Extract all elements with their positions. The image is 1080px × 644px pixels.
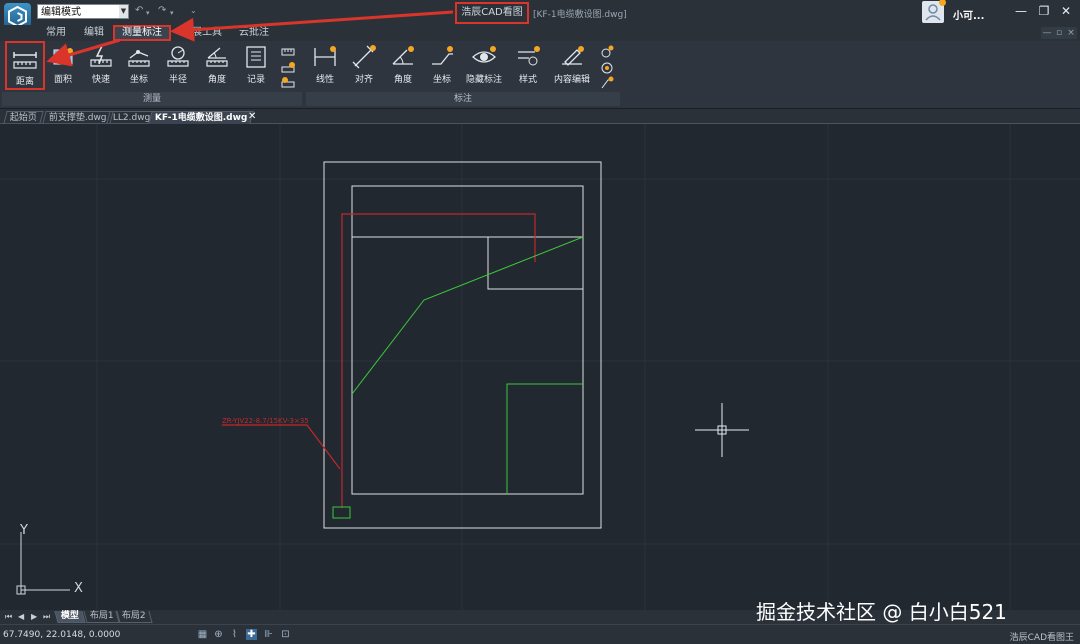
watermark: 掘金技术社区 @ 白小白521 bbox=[756, 600, 1007, 624]
tab-model-label: 模型 bbox=[60, 611, 79, 621]
next-layout-icon[interactable]: ▶ bbox=[31, 612, 37, 621]
cad-viewer-window: 编辑模式 ▼ ↶ ▾ ↷ ▾ ⌄ 浩辰CAD看图王 [KF-1电缆敷设图.dwg… bbox=[0, 0, 1080, 644]
cable-annotation: ZR-YJV22-8.7/15KV-3×35 bbox=[222, 417, 309, 425]
callout-arrows bbox=[46, 10, 454, 67]
tab-layout2-label: 布局2 bbox=[121, 611, 146, 621]
drawing-canvas[interactable]: ZR-YJV22-8.7/15KV-3×35 Y X bbox=[0, 124, 1080, 610]
polar-icon[interactable]: ⊪ bbox=[263, 629, 274, 640]
tab-model[interactable]: 模型 bbox=[54, 611, 86, 623]
object-snap-icon[interactable]: ⊡ bbox=[280, 629, 291, 640]
prev-layout-icon[interactable]: ◀ bbox=[18, 612, 24, 621]
axis-x-label: X bbox=[74, 581, 83, 596]
status-product-name: 浩辰CAD看图王 bbox=[1009, 633, 1074, 643]
grid-toggle-icon[interactable]: ▦ bbox=[197, 629, 208, 640]
axis-y-label: Y bbox=[19, 523, 28, 538]
last-layout-icon[interactable]: ⏭ bbox=[43, 612, 50, 622]
coordinates-readout: 67.7490, 22.0148, 0.0000 bbox=[3, 630, 121, 640]
first-layout-icon[interactable]: ⏮ bbox=[5, 612, 12, 622]
grid bbox=[0, 124, 1080, 610]
ortho-icon[interactable]: ✚ bbox=[246, 629, 257, 640]
tab-layout1[interactable]: 布局1 bbox=[83, 611, 121, 623]
tab-layout2[interactable]: 布局2 bbox=[115, 611, 153, 623]
snap-icon[interactable]: ⌇ bbox=[229, 629, 240, 640]
status-bar: 67.7490, 22.0148, 0.0000 ▦ ⊕ ⌇ ✚ ⊪ ⊡ 浩辰C… bbox=[0, 624, 1080, 644]
zoom-icon[interactable]: ⊕ bbox=[213, 629, 224, 640]
cable-route-green bbox=[332, 236, 584, 519]
drawing-svg: ZR-YJV22-8.7/15KV-3×35 Y X bbox=[0, 124, 1080, 610]
tab-layout1-label: 布局1 bbox=[89, 611, 114, 621]
crosshair-cursor-icon bbox=[695, 403, 749, 457]
ucs-axis-icon bbox=[16, 532, 70, 595]
